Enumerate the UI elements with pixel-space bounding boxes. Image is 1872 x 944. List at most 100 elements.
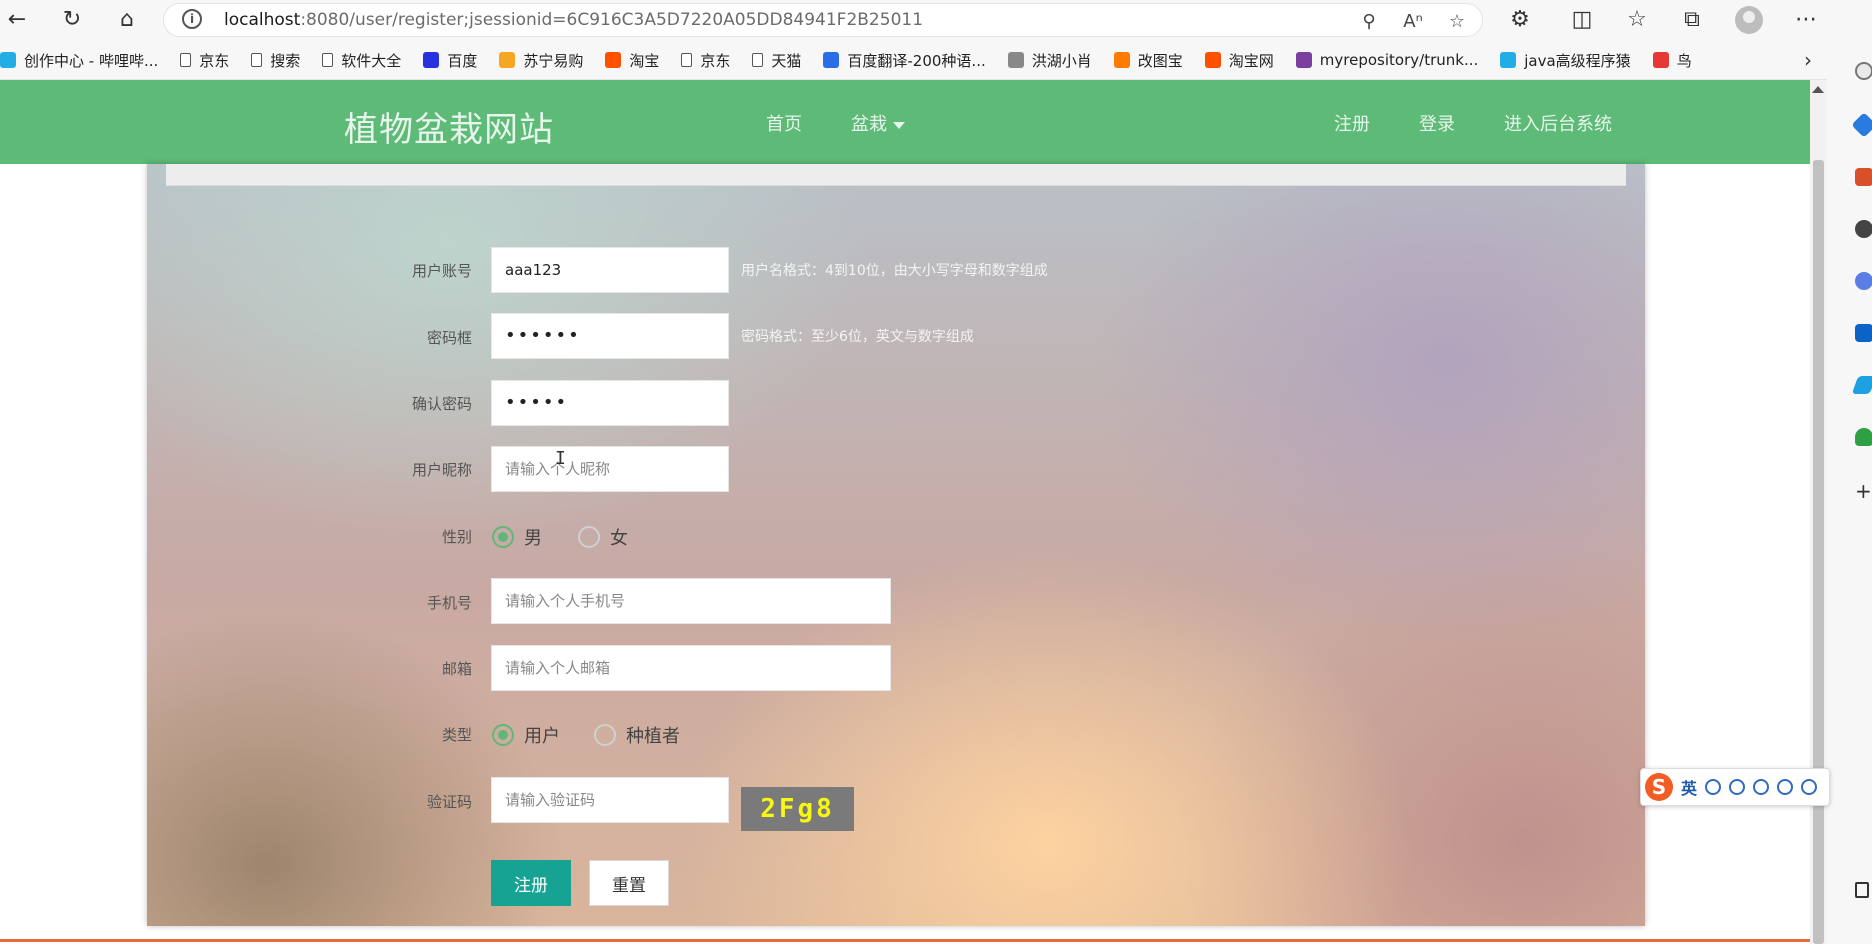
site-favicon-icon	[0, 52, 16, 68]
profile-avatar[interactable]	[1735, 6, 1763, 34]
scrollbar-thumb[interactable]	[1813, 160, 1824, 944]
ime-emoji-icon[interactable]	[1729, 779, 1746, 795]
bookmark-label: 淘宝	[629, 51, 660, 70]
url-path: :8080/user/register;jsessionid=6C916C3A5…	[300, 10, 924, 30]
bookmark-label: java高级程序猿	[1524, 51, 1631, 70]
site-favicon-icon	[605, 52, 622, 68]
text-cursor-icon: I	[555, 448, 566, 469]
home-icon[interactable]: ⌂	[112, 5, 142, 35]
bookmark-item[interactable]: 洪湖小肖	[1007, 50, 1092, 71]
ime-keyboard-icon[interactable]	[1777, 779, 1794, 795]
sidebar-person-icon[interactable]	[1855, 220, 1872, 238]
bookmark-label: 改图宝	[1137, 51, 1183, 70]
captcha-input[interactable]	[491, 777, 729, 823]
back-icon[interactable]: ←	[2, 5, 32, 35]
password-input[interactable]: ••••••	[491, 313, 729, 359]
bookmark-item[interactable]: 百度翻译-200种语...	[823, 50, 986, 71]
address-bar[interactable]: i localhost:8080/user/register;jsessioni…	[163, 3, 1483, 37]
bookmark-item[interactable]: 软件大全	[322, 50, 401, 71]
key-icon[interactable]: ⚲	[1356, 8, 1382, 34]
bookmark-item[interactable]: 创作中心 - 哔哩哔...	[0, 50, 158, 71]
bookmark-item[interactable]: 鸟	[1652, 50, 1692, 71]
radio-unchecked-icon	[578, 526, 600, 548]
username-hint: 用户名格式：4到10位，由大小写字母和数字组成	[741, 263, 1048, 279]
ime-skin-icon[interactable]	[1801, 779, 1818, 795]
sidebar-tree-icon[interactable]	[1855, 428, 1872, 446]
page-favicon-icon	[681, 53, 693, 67]
nickname-label: 用户昵称	[411, 461, 472, 479]
panel-header-strip	[166, 164, 1626, 186]
ime-toolbar[interactable]: S 英	[1640, 768, 1830, 806]
bookmark-item[interactable]: java高级程序猿	[1500, 50, 1631, 71]
page-favicon-icon	[251, 53, 263, 67]
bookmark-item[interactable]: 京东	[180, 50, 229, 71]
page-favicon-icon	[322, 53, 334, 67]
bookmark-label: 搜索	[270, 51, 301, 70]
page-favicon-icon	[752, 53, 764, 67]
bookmarks-bar: 创作中心 - 哔哩哔... 京东 搜索 软件大全 百度 苏宁易购 淘宝 京东 天猫 百度翻译-20…	[0, 40, 1872, 80]
phone-input[interactable]	[491, 578, 891, 624]
site-info-icon[interactable]: i	[182, 9, 202, 29]
bookmark-item[interactable]: 搜索	[251, 50, 300, 71]
bookmark-label: 淘宝网	[1228, 51, 1274, 70]
favorite-add-icon[interactable]: ☆	[1444, 8, 1470, 34]
bookmark-item[interactable]: 百度	[423, 50, 477, 71]
sidebar-search-icon[interactable]	[1855, 62, 1872, 80]
username-input[interactable]	[491, 247, 729, 293]
site-favicon-icon	[823, 52, 840, 68]
sidebar-office-icon[interactable]	[1855, 272, 1872, 290]
site-favicon-icon	[423, 52, 440, 68]
page-bottom-border	[0, 939, 1810, 942]
sidebar-tools-icon[interactable]	[1855, 168, 1872, 186]
bookmark-item[interactable]: 苏宁易购	[499, 50, 583, 71]
bookmark-item[interactable]: 淘宝	[605, 50, 659, 71]
nav-home-link[interactable]: 首页	[766, 110, 802, 136]
nav-register-link[interactable]: 注册	[1334, 110, 1370, 136]
nav-admin-link[interactable]: 进入后台系统	[1504, 110, 1612, 136]
register-submit-button[interactable]: 注册	[491, 860, 571, 906]
type-grower-radio[interactable]: 种植者	[594, 722, 680, 748]
bookmark-label: 天猫	[771, 51, 802, 70]
read-aloud-icon[interactable]: Aⁿ	[1400, 8, 1426, 34]
email-input[interactable]	[491, 645, 891, 691]
bookmark-label: 京东	[199, 51, 230, 70]
ime-mode-label[interactable]: 英	[1681, 775, 1697, 799]
password-hint: 密码格式：至少6位，英文与数字组成	[741, 329, 974, 345]
sidebar-outlook-icon[interactable]	[1855, 324, 1872, 342]
bookmark-label: myrepository/trunk...	[1319, 51, 1479, 69]
ime-punctuation-icon[interactable]	[1705, 779, 1722, 795]
bookmark-label: 百度翻译-200种语...	[847, 51, 986, 70]
extensions-icon[interactable]: ⚙	[1505, 5, 1535, 35]
nav-login-link[interactable]: 登录	[1419, 110, 1455, 136]
radio-checked-icon	[492, 526, 514, 548]
type-user-radio[interactable]: 用户	[492, 722, 560, 748]
nav-bonsai-dropdown[interactable]: 盆栽	[851, 110, 905, 136]
favorites-icon[interactable]: ☆	[1622, 5, 1652, 35]
gender-female-radio[interactable]: 女	[578, 524, 628, 550]
reset-button[interactable]: 重置	[589, 860, 669, 906]
bookmark-item[interactable]: 淘宝网	[1204, 50, 1274, 71]
collections-icon[interactable]: ⧉	[1677, 5, 1707, 35]
bookmark-item[interactable]: 改图宝	[1113, 50, 1183, 71]
captcha-image[interactable]: 2Fg8	[741, 787, 854, 831]
page-favicon-icon	[180, 53, 192, 67]
sidebar-panel-icon[interactable]	[1855, 882, 1869, 898]
radio-unchecked-icon	[594, 724, 616, 746]
site-logo-title[interactable]: 植物盆栽网站	[344, 102, 554, 151]
sidebar-add-icon[interactable]: +	[1855, 481, 1872, 501]
bookmark-item[interactable]: 京东	[681, 50, 730, 71]
gender-male-radio[interactable]: 男	[492, 524, 542, 550]
browser-toolbar: ← ↻ ⌂ i localhost:8080/user/register;jse…	[0, 0, 1872, 40]
bookmark-item[interactable]: myrepository/trunk...	[1295, 51, 1479, 69]
refresh-icon[interactable]: ↻	[57, 5, 87, 35]
bookmark-list: 创作中心 - 哔哩哔... 京东 搜索 软件大全 百度 苏宁易购 淘宝 京东 天猫 百度翻译-20…	[0, 40, 1714, 80]
url-text[interactable]: localhost:8080/user/register;jsessionid=…	[224, 10, 923, 30]
bookmark-item[interactable]: 天猫	[752, 50, 801, 71]
bookmarks-overflow-icon[interactable]: ›	[1804, 48, 1812, 72]
more-menu-icon[interactable]: ⋯	[1791, 5, 1821, 35]
scroll-up-arrow-icon[interactable]	[1812, 86, 1824, 93]
split-screen-icon[interactable]: ◫	[1567, 5, 1597, 35]
confirm-password-input[interactable]: •••••	[491, 380, 729, 426]
nickname-input[interactable]	[491, 446, 729, 492]
ime-voice-icon[interactable]	[1753, 779, 1770, 795]
